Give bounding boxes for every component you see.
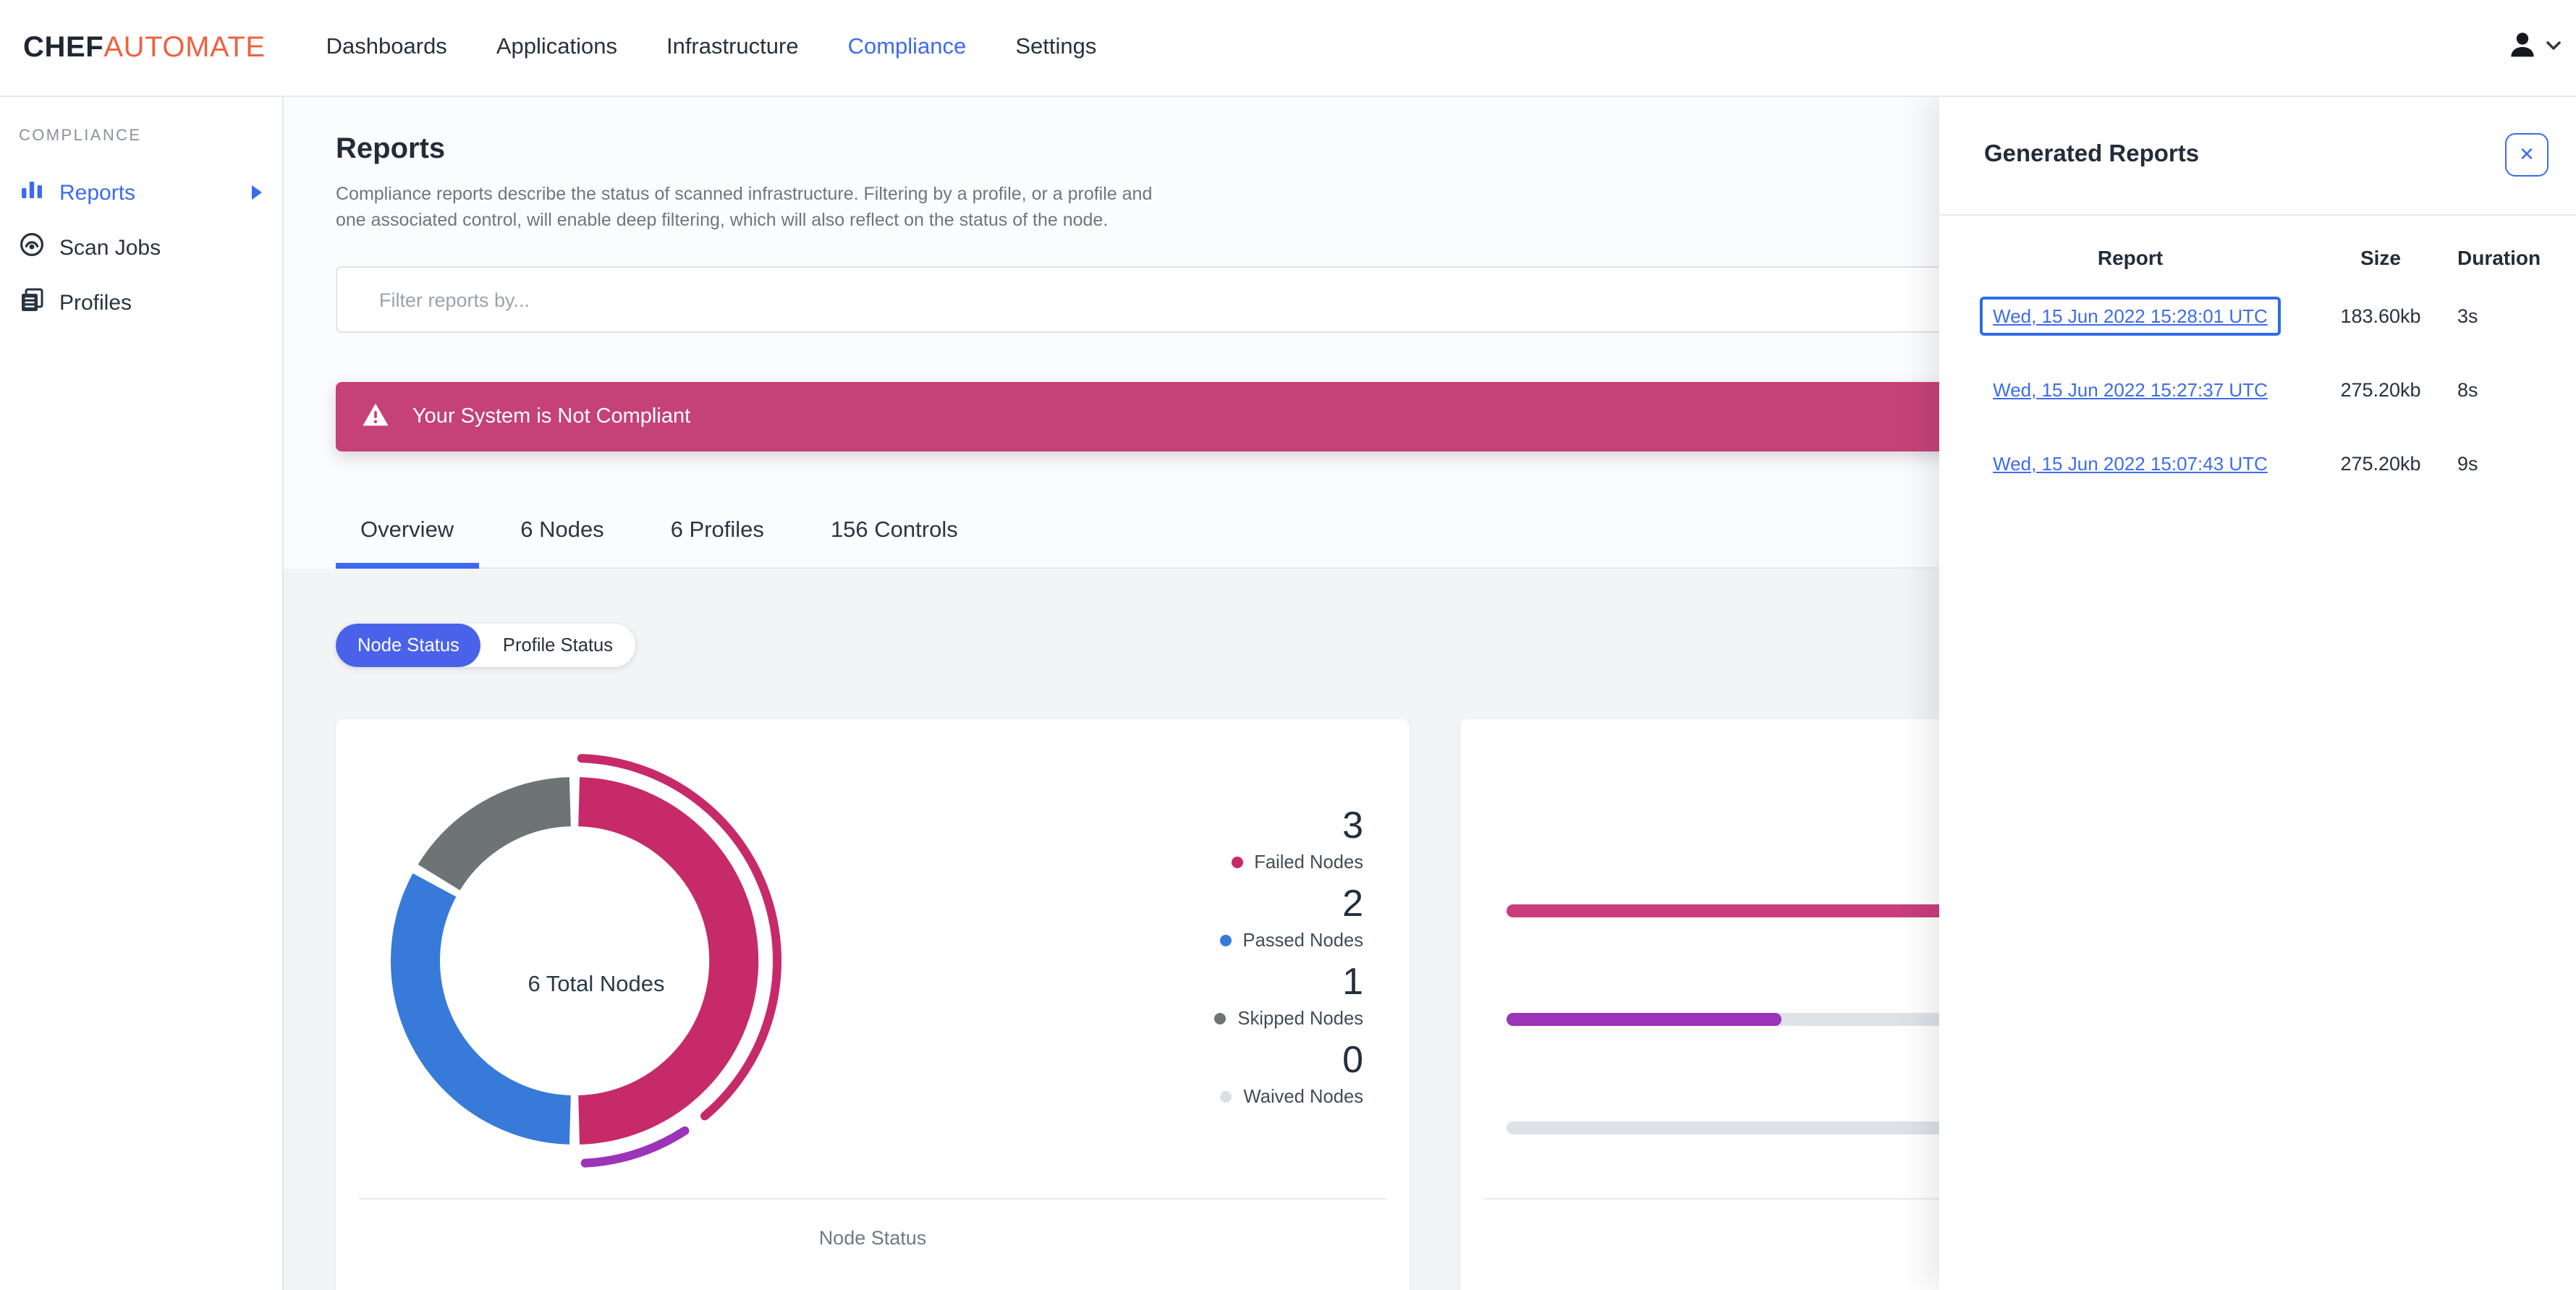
report-duration: 8s	[2457, 379, 2478, 401]
sidebar-item-label: Reports	[59, 180, 136, 205]
sidebar-item-label: Profiles	[59, 290, 132, 315]
report-size: 183.60kb	[2340, 305, 2421, 327]
sidebar-section-label: COMPLIANCE	[19, 127, 142, 145]
node-status-card: 6 Total Nodes 3 Failed Nodes 2 Passed No…	[336, 719, 1410, 1290]
profiles-stack-icon	[19, 287, 45, 318]
report-size: 275.20kb	[2340, 453, 2421, 475]
warning-triangle-icon	[362, 402, 389, 432]
alert-text: Your System is Not Compliant	[412, 405, 691, 428]
toggle-profile-status[interactable]: Profile Status	[481, 624, 635, 667]
nav-settings[interactable]: Settings	[1015, 35, 1096, 61]
report-download-link[interactable]: Wed, 15 Jun 2022 15:27:37 UTC	[1993, 379, 2268, 401]
report-size: 275.20kb	[2340, 379, 2421, 401]
filter-reports-input[interactable]	[336, 266, 2195, 333]
tab-nodes[interactable]: 6 Nodes	[496, 515, 628, 567]
logo-chef: CHEF	[23, 31, 104, 63]
legend-skipped-nodes: 1 Skipped Nodes	[1117, 962, 1363, 1029]
report-download-link[interactable]: Wed, 15 Jun 2022 15:28:01 UTC	[1993, 305, 2268, 327]
toggle-node-status[interactable]: Node Status	[336, 624, 481, 667]
skipped-dot-icon	[1214, 1012, 1226, 1024]
tab-controls[interactable]: 156 Controls	[806, 515, 983, 567]
page-description: Compliance reports describe the status o…	[336, 184, 1153, 229]
legend-failed-nodes: 3 Failed Nodes	[1117, 806, 1363, 873]
node-status-legend: 3 Failed Nodes 2 Passed Nodes 1 Skipped …	[1117, 806, 1363, 1119]
not-compliant-alert: Your System is Not Compliant	[336, 382, 2177, 451]
top-navbar: CHEFAUTOMATE Dashboards Applications Inf…	[0, 0, 2576, 97]
chevron-down-icon	[2546, 35, 2562, 61]
report-duration: 9s	[2457, 453, 2478, 475]
report-tabs: Overview 6 Nodes 6 Profiles 156 Controls	[336, 515, 1942, 569]
nav-infrastructure[interactable]: Infrastructure	[666, 35, 799, 61]
column-size: Size	[2360, 246, 2401, 269]
close-icon[interactable]: ✕	[2505, 133, 2549, 177]
generated-reports-panel: Generated Reports ✕ Report Size Duration…	[1939, 96, 2576, 1290]
chef-automate-logo[interactable]: CHEFAUTOMATE	[23, 31, 266, 64]
bar-chart-icon	[19, 177, 45, 208]
report-link-focus-ring: Wed, 15 Jun 2022 15:28:01 UTC	[1980, 297, 2281, 336]
card-divider	[359, 1198, 1386, 1200]
donut-center-label: 6 Total Nodes	[528, 972, 665, 997]
report-row: Wed, 15 Jun 2022 15:27:37 UTC 275.20kb 8…	[1939, 353, 2576, 427]
node-status-donut-chart	[391, 754, 781, 1168]
node-status-caption: Node Status	[818, 1227, 927, 1249]
tab-overview[interactable]: Overview	[336, 515, 478, 569]
report-duration: 3s	[2457, 305, 2478, 327]
scan-radar-icon	[19, 232, 45, 263]
user-menu[interactable]	[2507, 28, 2562, 67]
person-icon	[2507, 28, 2538, 67]
passed-dot-icon	[1219, 934, 1232, 946]
report-table-header: Report Size Duration	[1939, 236, 2576, 279]
submenu-arrow-icon	[252, 185, 262, 200]
logo-automate: AUTOMATE	[103, 31, 266, 63]
waived-dot-icon	[1220, 1090, 1232, 1102]
sidebar-item-profiles[interactable]: Profiles	[0, 275, 282, 330]
report-row: Wed, 15 Jun 2022 15:07:43 UTC 275.20kb 9…	[1939, 427, 2576, 501]
main-nav: Dashboards Applications Infrastructure C…	[326, 35, 1097, 61]
sidebar-item-reports[interactable]: Reports	[0, 165, 282, 220]
legend-waived-nodes: 0 Waived Nodes	[1117, 1040, 1363, 1107]
column-report: Report	[2097, 246, 2164, 269]
report-download-link[interactable]: Wed, 15 Jun 2022 15:07:43 UTC	[1993, 453, 2268, 475]
report-row: Wed, 15 Jun 2022 15:28:01 UTC 183.60kb 3…	[1939, 279, 2576, 353]
panel-title: Generated Reports	[1984, 141, 2200, 167]
nav-dashboards[interactable]: Dashboards	[326, 35, 447, 61]
column-duration: Duration	[2457, 246, 2541, 269]
nav-applications[interactable]: Applications	[496, 35, 617, 61]
tab-profiles[interactable]: 6 Profiles	[646, 515, 789, 567]
legend-passed-nodes: 2 Passed Nodes	[1117, 884, 1363, 951]
sidebar-item-scan-jobs[interactable]: Scan Jobs	[0, 220, 282, 275]
failed-dot-icon	[1231, 856, 1243, 867]
compliance-sidebar: COMPLIANCE Reports Scan Jobs Profiles	[0, 96, 284, 1290]
sidebar-item-label: Scan Jobs	[59, 235, 161, 260]
nav-compliance[interactable]: Compliance	[848, 35, 967, 61]
status-toggle: Node Status Profile Status	[336, 624, 635, 667]
panel-header: Generated Reports ✕	[1939, 96, 2576, 216]
